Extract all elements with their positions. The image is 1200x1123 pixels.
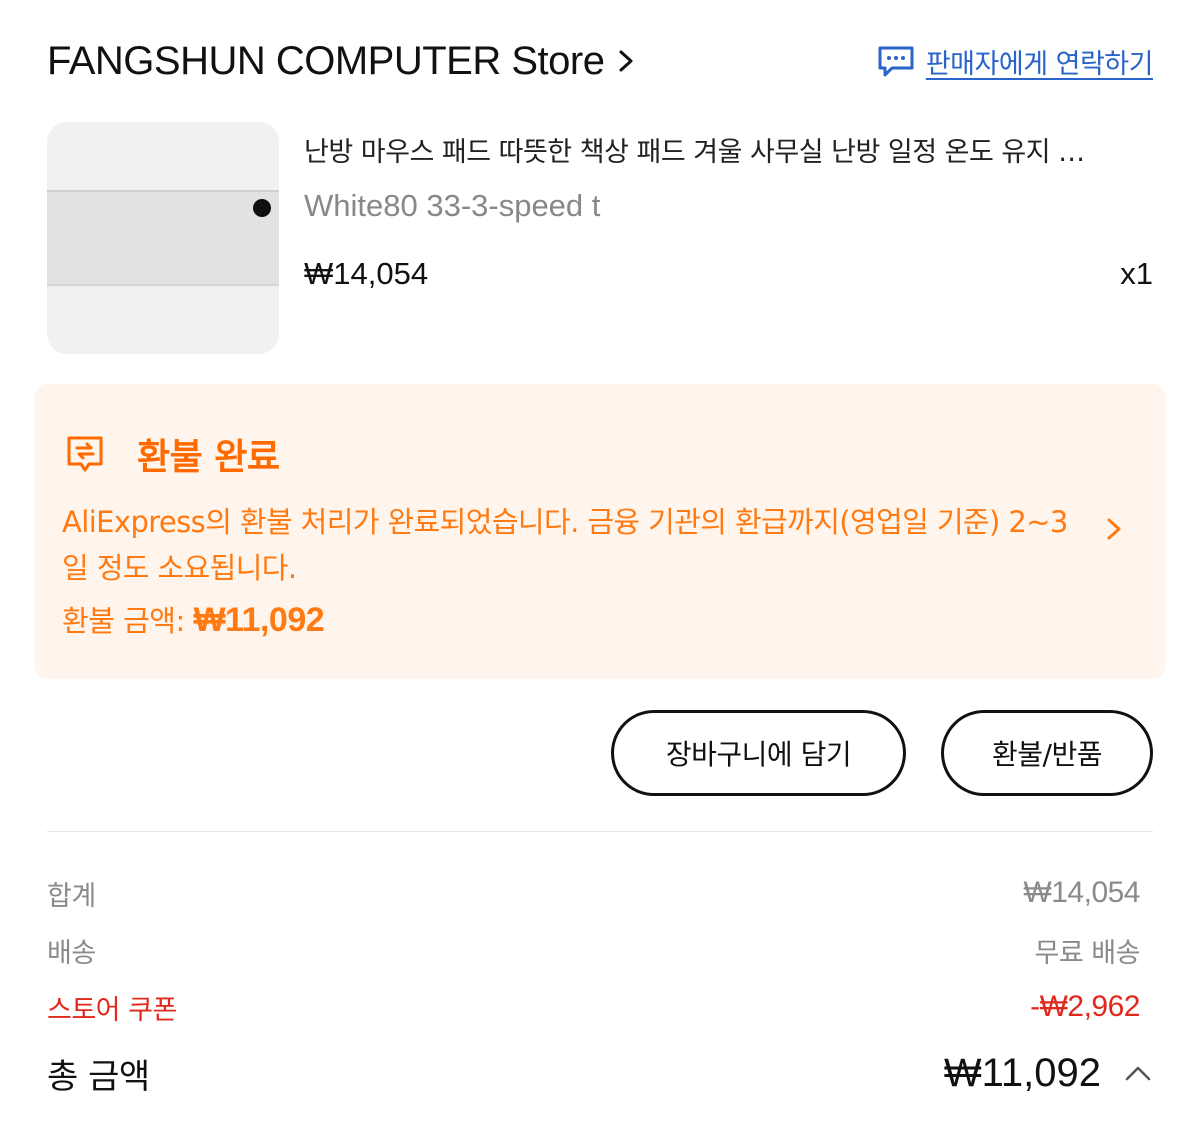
store-name: FANGSHUN COMPUTER Store xyxy=(47,38,605,83)
shipping-value: 무료 배송 xyxy=(1034,937,1141,969)
order-item[interactable]: 난방 마우스 패드 따뜻한 책상 패드 겨울 사무실 난방 일정 온도 유지 …… xyxy=(47,122,1153,354)
product-info: 난방 마우스 패드 따뜻한 책상 패드 겨울 사무실 난방 일정 온도 유지 …… xyxy=(304,122,1153,354)
refund-header: 환불 완료 xyxy=(63,428,280,480)
subtotal-value: ₩14,054 xyxy=(1023,876,1140,909)
total-label: 총 금액 xyxy=(47,1056,150,1097)
refund-return-button[interactable]: 환불/반품 xyxy=(941,710,1153,796)
subtotal-row: 합계 ₩14,054 xyxy=(47,873,1140,913)
chevron-right-icon xyxy=(1107,518,1121,540)
product-variant: White80 33-3-speed t xyxy=(304,188,601,223)
product-title[interactable]: 난방 마우스 패드 따뜻한 책상 패드 겨울 사무실 난방 일정 온도 유지 … xyxy=(304,130,1153,169)
product-price: ₩14,054 xyxy=(304,256,429,291)
contact-seller-label: 판매자에게 연락하기 xyxy=(925,48,1154,80)
store-coupon-label: 스토어 쿠폰 xyxy=(47,994,177,1026)
total-toggle[interactable]: ₩11,092 xyxy=(944,1051,1153,1096)
chevron-right-icon xyxy=(619,50,633,72)
refund-amount-value: ₩11,092 xyxy=(193,601,325,639)
divider xyxy=(47,831,1153,832)
controller-knob xyxy=(253,199,271,217)
product-quantity: x1 xyxy=(1120,256,1153,291)
refund-amount: 환불 금액: ₩11,092 xyxy=(62,598,325,640)
refund-receipt-icon xyxy=(67,436,103,472)
store-header: FANGSHUN COMPUTER Store 판매자에게 연락하기 xyxy=(47,36,1154,86)
shipping-row: 배송 무료 배송 xyxy=(47,930,1141,970)
refund-message: AliExpress의 환불 처리가 완료되었습니다. 금융 기관의 환급까지(… xyxy=(62,505,1068,585)
total-value: ₩11,092 xyxy=(943,1050,1101,1095)
refund-status-card[interactable]: 환불 완료 AliExpress의 환불 처리가 완료되었습니다. 금융 기관의… xyxy=(35,384,1165,679)
caret-up-icon xyxy=(1125,1066,1151,1081)
store-coupon-value: -₩2,962 xyxy=(1030,990,1140,1023)
store-link[interactable]: FANGSHUN COMPUTER Store xyxy=(47,39,636,84)
subtotal-label: 합계 xyxy=(47,880,96,912)
shipping-label: 배송 xyxy=(47,937,96,969)
total-row: 총 금액 ₩11,092 xyxy=(47,1047,1153,1099)
chat-bubble-icon xyxy=(878,46,914,77)
refund-status-title: 환불 완료 xyxy=(137,437,280,478)
store-coupon-row: 스토어 쿠폰 -₩2,962 xyxy=(47,987,1140,1027)
product-thumbnail[interactable] xyxy=(47,122,279,354)
order-detail-page: FANGSHUN COMPUTER Store 판매자에게 연락하기 난방 마우… xyxy=(0,0,1200,1123)
contact-seller-link[interactable]: 판매자에게 연락하기 xyxy=(876,42,1154,81)
refund-amount-label: 환불 금액: xyxy=(62,604,194,638)
add-to-cart-button[interactable]: 장바구니에 담기 xyxy=(611,710,906,796)
mouse-pad-image xyxy=(47,190,279,286)
